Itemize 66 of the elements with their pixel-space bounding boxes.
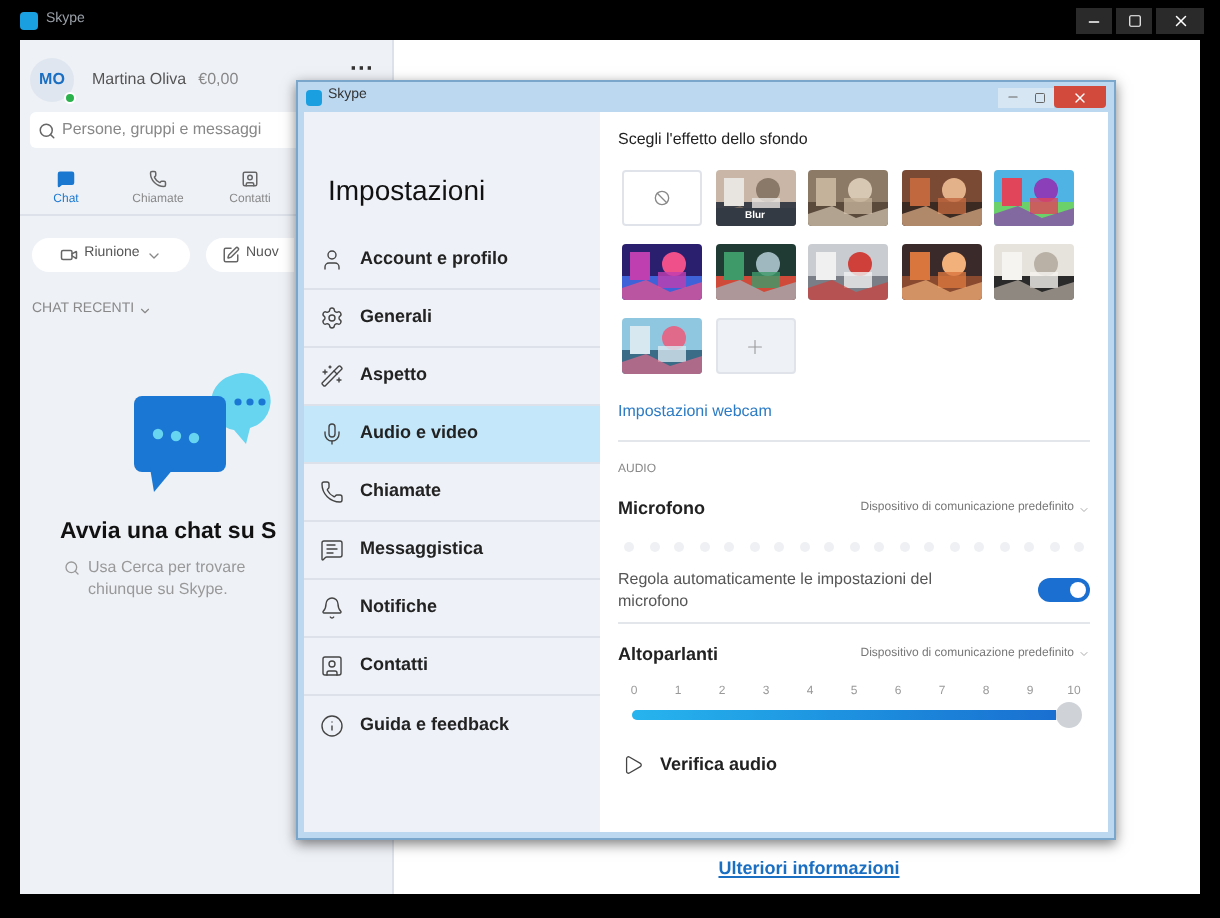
maximize-button[interactable] [1116, 8, 1152, 34]
background-tile[interactable] [808, 170, 888, 226]
empty-state-hint: Usa Cerca per trovare chiunque su Skype. [88, 555, 248, 600]
section-title: Scegli l'effetto dello sfondo [618, 128, 810, 152]
phone-icon [320, 480, 344, 504]
search-icon [38, 121, 56, 139]
settings-icon [320, 306, 344, 330]
caret-icon [138, 303, 153, 318]
more-button[interactable]: ··· [350, 58, 374, 76]
microphone-label: Microfono [618, 496, 705, 522]
minimize-button[interactable] [1076, 8, 1112, 34]
caret-icon [1078, 503, 1090, 516]
background-tile[interactable] [808, 244, 888, 300]
settings-heading: Impostazioni [328, 172, 488, 210]
background-tile[interactable] [715, 244, 795, 300]
background-tile[interactable] [994, 170, 1074, 226]
maximize-button[interactable] [1026, 87, 1054, 107]
caret-icon [1078, 648, 1090, 661]
settings-menu-item[interactable]: Guida e feedback [304, 696, 600, 754]
compose-icon [222, 246, 240, 264]
microphone-icon [320, 422, 344, 446]
settings-menu-item[interactable]: Audio e video [304, 406, 600, 464]
auto-adjust-label: Regola automaticamente le impostazioni del microfono [618, 567, 934, 611]
close-icon [1171, 12, 1189, 30]
close-button[interactable] [1156, 8, 1204, 34]
more-info-link[interactable]: Ulteriori informazioni [718, 855, 900, 882]
minimize-icon [1005, 90, 1019, 104]
credit-balance: €0,00 [198, 67, 239, 91]
background-tile[interactable] [901, 244, 981, 300]
video-camera-icon [60, 246, 79, 264]
settings-menu-item[interactable]: Generali [304, 290, 600, 348]
speakers-label: Altoparlanti [618, 641, 719, 668]
close-icon [1072, 89, 1088, 105]
settings-menu-item[interactable]: Messaggistica [304, 522, 600, 580]
maximize-icon [1127, 14, 1141, 28]
avatar[interactable]: MO [30, 57, 74, 101]
auto-adjust-toggle[interactable] [1038, 577, 1090, 601]
settings-menu-item[interactable]: Account e profilo [304, 232, 600, 290]
settings-menu-item[interactable]: Chiamate [304, 464, 600, 522]
settings-menu-item[interactable]: Contatti [304, 638, 600, 696]
test-audio-button[interactable]: Verifica audio [622, 752, 778, 779]
search-icon [64, 559, 80, 576]
background-tile[interactable] [622, 244, 702, 300]
info-icon [320, 713, 344, 737]
contact-card-icon [240, 170, 260, 188]
none-icon [654, 190, 670, 206]
background-tile[interactable] [994, 244, 1074, 300]
profile-name: Martina Oliva [92, 67, 187, 91]
background-tile[interactable] [622, 318, 702, 374]
empty-state-title: Avvia una chat su S [60, 517, 277, 547]
bell-icon [320, 596, 344, 620]
magic-wand-icon [320, 364, 344, 388]
play-icon [622, 754, 644, 777]
plus-icon [744, 335, 766, 357]
maximize-icon [1034, 91, 1046, 103]
user-icon [320, 248, 344, 272]
contact-card-icon [320, 654, 344, 678]
no-background-tile[interactable] [622, 170, 702, 226]
phone-icon [148, 170, 168, 188]
webcam-settings-link[interactable]: Impostazioni webcam [618, 400, 772, 424]
message-icon [320, 538, 344, 562]
background-tile[interactable] [901, 170, 981, 226]
settings-menu-item[interactable]: Notifiche [304, 580, 600, 638]
volume-slider-thumb[interactable] [1056, 702, 1082, 728]
chat-icon [56, 170, 76, 188]
add-background-tile[interactable] [715, 318, 795, 374]
